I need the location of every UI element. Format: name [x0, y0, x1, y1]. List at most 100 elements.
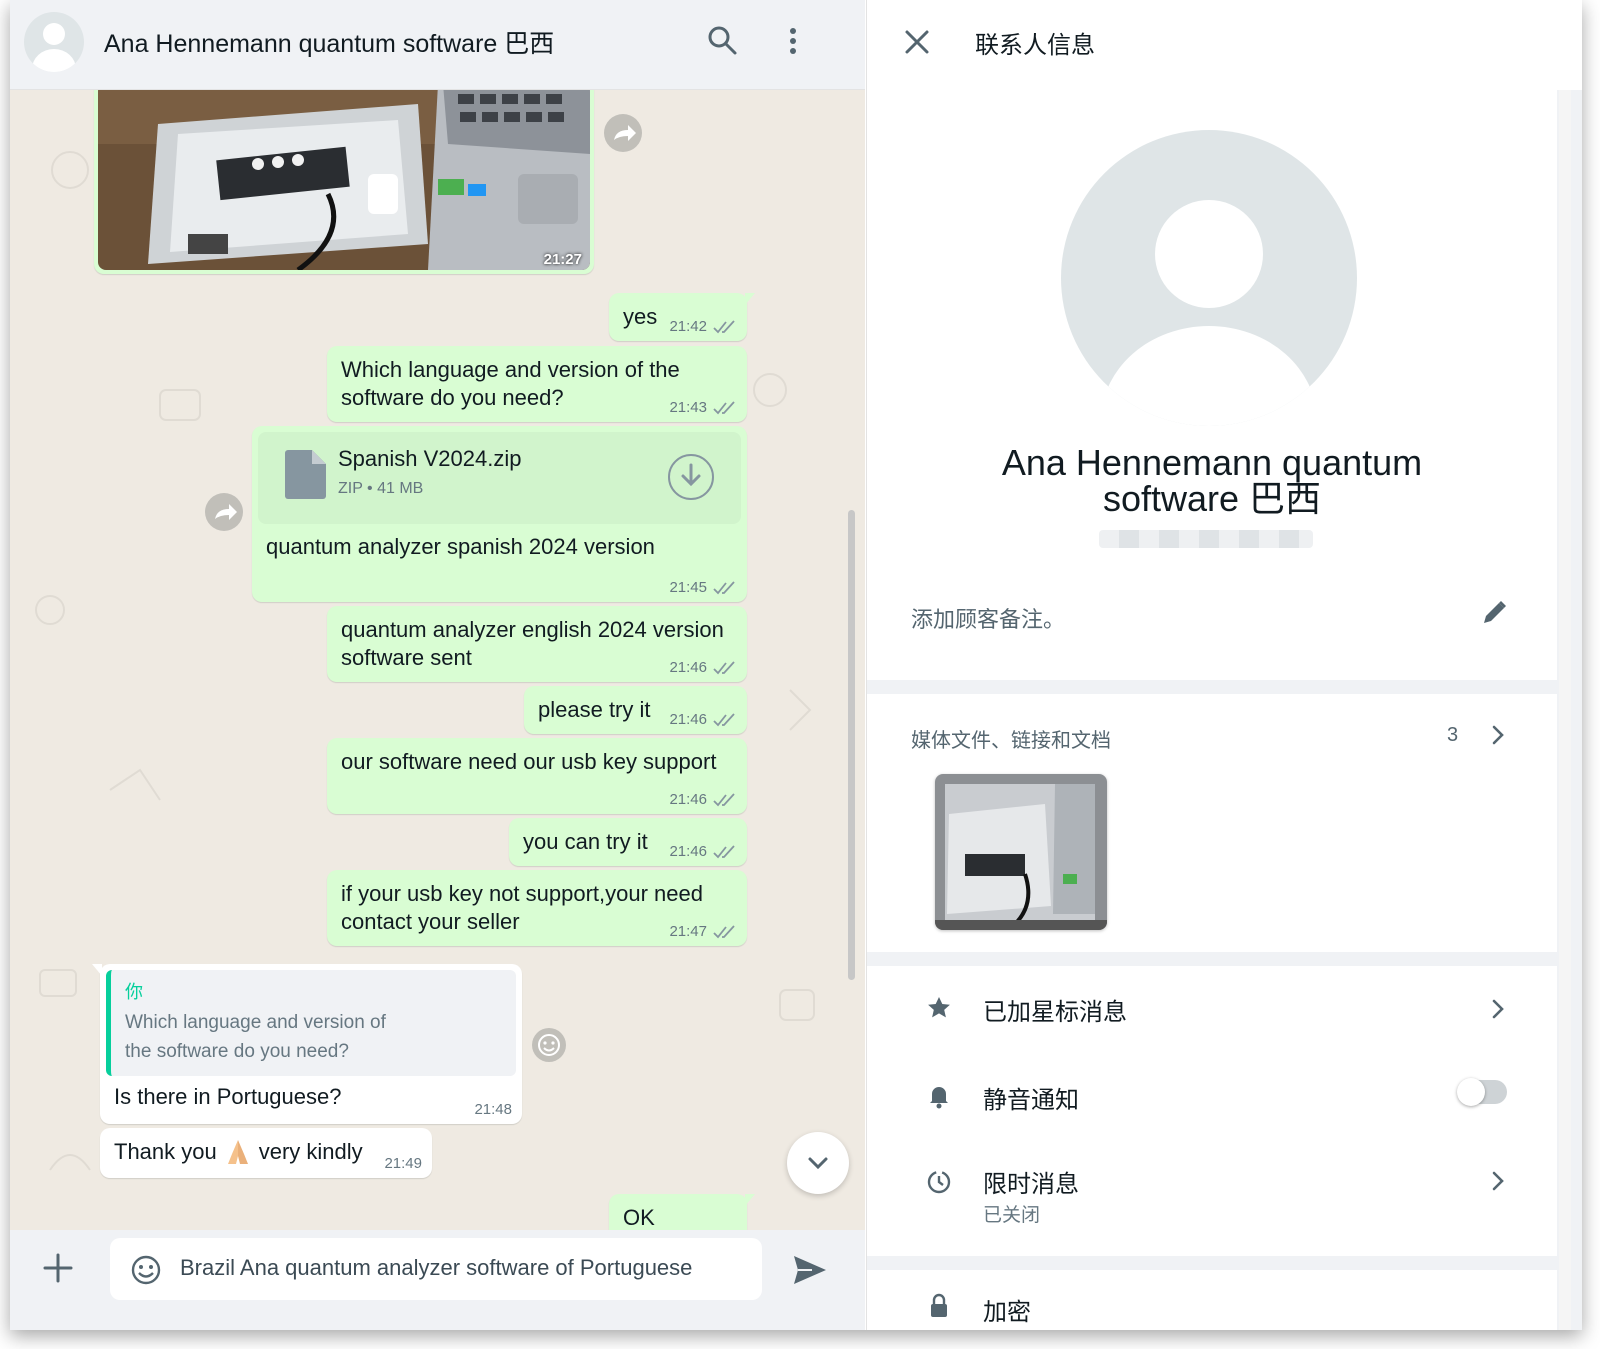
disappearing-messages-status: 已关闭: [983, 1205, 1041, 1226]
message-text-block: quantum analyzer english 2024 version so…: [341, 616, 724, 672]
plus-icon[interactable]: [38, 1248, 78, 1288]
message-line: contact your seller: [341, 909, 520, 934]
message-time: 21:46: [669, 659, 707, 676]
message-please-try[interactable]: please try it 21:46: [524, 686, 747, 734]
contact-name: Ana Hennemann quantum software 巴西: [907, 445, 1517, 517]
message-language-question[interactable]: Which language and version of the softwa…: [327, 346, 747, 422]
message-can-try[interactable]: you can try it 21:46: [509, 818, 747, 866]
edit-icon[interactable]: [1479, 598, 1509, 628]
message-text-block: Which language and version of the softwa…: [341, 356, 680, 412]
starred-messages-label: 已加星标消息: [983, 999, 1127, 1026]
chevron-right-icon[interactable]: [1485, 722, 1511, 748]
contact-info-pane: 联系人信息 Ana Hennemann quantum software 巴西 …: [866, 0, 1582, 1330]
chat-header: Ana Hennemann quantum software 巴西: [10, 0, 865, 90]
message-thanks[interactable]: Thank you very kindly 21:49: [100, 1128, 432, 1178]
message-time: 21:46: [669, 791, 707, 808]
forward-icon[interactable]: [604, 114, 642, 152]
encryption-section: 加密: [867, 1270, 1557, 1330]
chevron-right-icon: [1492, 1171, 1504, 1191]
media-section-label[interactable]: 媒体文件、链接和文档: [911, 724, 1111, 753]
message-time: 21:45: [669, 579, 707, 596]
quoted-author: 你: [125, 982, 143, 1002]
message-time: 21:48: [474, 1101, 512, 1118]
message-text: very kindly: [258, 1139, 363, 1164]
contact-name-line: Ana Hennemann quantum: [1001, 442, 1423, 483]
mute-notifications-label: 静音通知: [983, 1087, 1079, 1114]
message-usb-key[interactable]: our software need our usb key support 21…: [327, 738, 747, 814]
composer: Brazil Ana quantum analyzer software of …: [10, 1230, 865, 1330]
contact-name-line: software 巴西: [1102, 478, 1322, 519]
star-icon: [928, 997, 950, 1018]
message-line: if your usb key not support,your need: [341, 881, 703, 906]
document-icon: [285, 450, 326, 499]
quoted-message[interactable]: 你 Which language and version of the soft…: [106, 970, 516, 1076]
search-icon[interactable]: [704, 22, 740, 58]
praying-hands-emoji-icon: [227, 1140, 248, 1164]
mute-notifications-row[interactable]: 静音通知: [867, 1052, 1557, 1138]
quoted-text: Which language and version of the softwa…: [125, 1008, 386, 1066]
message-line: Which language and version of the: [341, 357, 680, 382]
media-section: 媒体文件、链接和文档 3: [867, 694, 1557, 952]
contact-pane-scrollbar[interactable]: [1559, 90, 1571, 1330]
profile-photo[interactable]: [1061, 130, 1357, 426]
starred-messages-row[interactable]: 已加星标消息: [867, 966, 1557, 1052]
message-yes[interactable]: yes 21:42: [609, 293, 755, 341]
download-icon[interactable]: [666, 452, 716, 502]
message-text: yes: [623, 304, 658, 329]
contact-avatar[interactable]: [24, 12, 84, 72]
message-line: software sent: [341, 645, 472, 670]
disappearing-messages-label: 限时消息: [983, 1171, 1079, 1198]
message-input-box[interactable]: Brazil Ana quantum analyzer software of …: [110, 1238, 762, 1300]
message-time: 21:46: [669, 711, 707, 728]
message-text-block: if your usb key not support,your need co…: [341, 880, 703, 936]
message-text-block: Thank you very kindly: [114, 1138, 363, 1166]
chevron-right-icon: [1492, 999, 1504, 1019]
message-list: 21:27 yes 21:42 Which language and versi…: [10, 90, 865, 1230]
file-message[interactable]: Spanish V2024.zip ZIP • 41 MB quantum an…: [252, 426, 747, 602]
message-text: our software need our usb key support: [341, 749, 717, 774]
message-time: 21:49: [384, 1155, 422, 1172]
scroll-to-bottom-button[interactable]: [787, 1132, 849, 1194]
send-icon[interactable]: [790, 1250, 830, 1290]
media-count[interactable]: 3: [1447, 724, 1458, 747]
message-text: please try it: [538, 697, 651, 722]
message-partial[interactable]: OK: [609, 1194, 755, 1230]
message-english-version[interactable]: quantum analyzer english 2024 version so…: [327, 606, 747, 682]
whatsapp-window: Ana Hennemann quantum software 巴西 21:27 …: [10, 0, 1582, 1330]
add-customer-note[interactable]: 添加顾客备注。: [911, 602, 1065, 634]
message-text: Is there in Portuguese?: [114, 1084, 342, 1109]
sticker-icon[interactable]: [130, 1254, 162, 1286]
chevron-down-icon: [808, 1157, 828, 1170]
chat-scrollbar[interactable]: [848, 510, 855, 980]
read-ticks-icon: [713, 792, 735, 806]
image-message[interactable]: 21:27: [94, 90, 594, 274]
emoji-reaction-icon[interactable]: [530, 1026, 568, 1064]
encryption-label[interactable]: 加密: [983, 1292, 1031, 1327]
file-attachment[interactable]: Spanish V2024.zip ZIP • 41 MB: [258, 432, 741, 524]
message-contact-seller[interactable]: if your usb key not support,your need co…: [327, 870, 747, 946]
device-photo[interactable]: [98, 90, 590, 270]
file-name: Spanish V2024.zip: [338, 446, 522, 471]
chat-pane: Ana Hennemann quantum software 巴西 21:27 …: [10, 0, 865, 1330]
message-input[interactable]: Brazil Ana quantum analyzer software of …: [180, 1255, 692, 1281]
media-thumbnail[interactable]: [935, 774, 1107, 930]
message-time: 21:47: [669, 923, 707, 940]
quoted-line: the software do you need?: [125, 1041, 349, 1062]
mute-toggle[interactable]: [1457, 1078, 1507, 1106]
bell-icon: [930, 1087, 948, 1109]
read-ticks-icon: [713, 319, 735, 333]
read-ticks-icon: [713, 400, 735, 414]
timer-icon: [927, 1170, 951, 1194]
disappearing-messages-row[interactable]: 限时消息 已关闭: [867, 1138, 1557, 1238]
chat-title[interactable]: Ana Hennemann quantum software 巴西: [104, 24, 554, 60]
read-ticks-icon: [713, 924, 735, 938]
forward-icon[interactable]: [205, 493, 243, 531]
contact-info-header: 联系人信息: [867, 0, 1582, 90]
message-portuguese-question[interactable]: 你 Which language and version of the soft…: [92, 964, 522, 1124]
settings-section: 已加星标消息 静音通知 限时消息 已关闭: [867, 966, 1557, 1256]
message-line: quantum analyzer english 2024 version: [341, 617, 724, 642]
read-ticks-icon: [713, 580, 735, 594]
close-icon[interactable]: [897, 22, 937, 62]
profile-section: Ana Hennemann quantum software 巴西 添加顾客备注…: [867, 90, 1557, 680]
menu-icon[interactable]: [775, 22, 811, 58]
